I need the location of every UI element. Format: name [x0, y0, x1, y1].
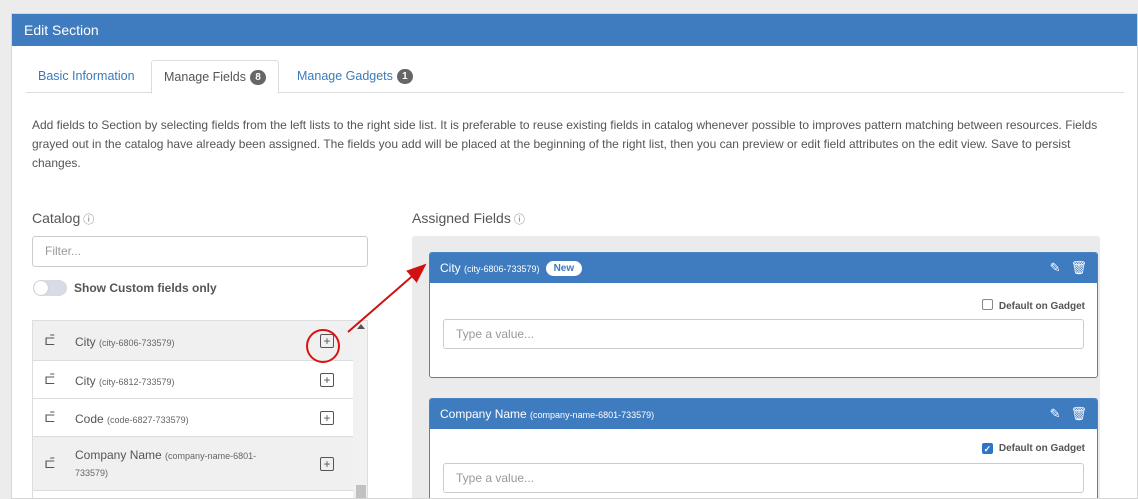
annotation-arrow — [347, 263, 427, 333]
arrow-line — [347, 263, 427, 333]
edit-section-panel: Edit Section Basic Information Manage Fi… — [11, 13, 1138, 499]
